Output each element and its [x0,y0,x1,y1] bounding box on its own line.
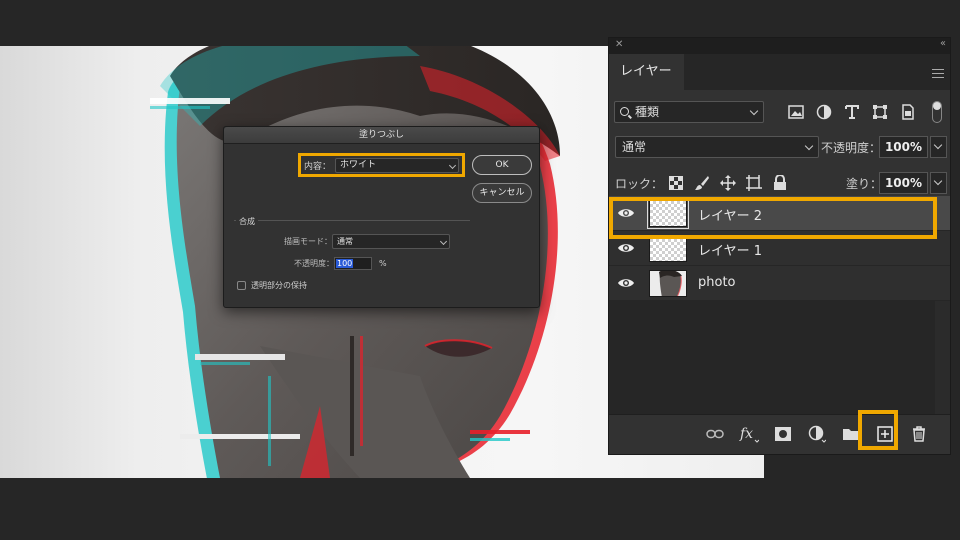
layer-thumbnail [647,198,689,229]
trash-icon[interactable] [909,424,929,444]
adjustment-icon[interactable] [807,424,827,444]
eye-icon[interactable] [617,205,635,221]
mode-row: 描画モード： 通常 [244,234,453,249]
layer-name: photo [698,275,736,290]
blend-row: 通常 不透明度： 100% [609,136,950,158]
fill-dropdown[interactable] [930,172,947,194]
panel-tabbar: レイヤー [609,54,950,90]
fill-dialog: 塗りつぶし 内容： ホワイト OK キャンセル 合成 描画モード： 通常 不透明… [223,126,540,308]
filter-toggle[interactable] [932,101,942,123]
ok-button[interactable]: OK [472,155,532,175]
fill-label: 塗り： [846,177,883,191]
layer-opacity-label: 不透明度： [821,141,882,155]
text-filter-icon[interactable] [843,103,861,121]
layer-name: レイヤー 2 [698,209,763,224]
filter-kind-value: 種類 [635,105,660,119]
opacity-input-value: 100 [336,259,354,268]
chevron-down-icon [933,140,943,150]
chevron-down-icon [448,161,457,169]
mode-label: 描画モード： [284,237,332,246]
content-label: 内容： [304,161,332,172]
layer-thumbnail-photo [649,270,687,297]
eye-icon[interactable] [617,240,635,256]
panel-menu-icon[interactable] [932,69,944,81]
panel-footer: fx [609,414,950,454]
smart-object-filter-icon[interactable] [899,103,917,121]
blend-mode-value: 通常 [622,140,647,154]
opacity-input[interactable]: 100 [334,257,372,270]
search-icon [620,107,629,116]
cancel-button[interactable]: キャンセル [472,183,532,203]
content-row-highlight: 内容： ホワイト [298,153,465,177]
content-select[interactable]: ホワイト [335,157,459,173]
chevron-down-icon [933,176,943,186]
eye-icon[interactable] [617,275,635,291]
chevron-down-icon [749,106,759,116]
filter-icons [787,103,917,121]
blend-mode-select[interactable]: 通常 [615,136,819,158]
layers-empty-area [609,300,950,416]
fx-icon[interactable]: fx [739,424,759,444]
content-select-value: ホワイト [340,159,377,170]
panel-titlebar: ✕ ‹‹ [609,38,950,54]
tab-layers[interactable]: レイヤー [609,54,684,90]
new-layer-button-highlight [858,410,898,450]
chevron-down-icon [439,237,448,246]
lock-row: ロック： 塗り： 100% [609,172,950,194]
mask-icon[interactable] [773,424,793,444]
preserve-row: 透明部分の保持 [237,280,307,291]
opacity-unit: % [379,259,387,268]
layer-name: レイヤー 1 [698,244,763,259]
mode-select[interactable]: 通常 [332,234,450,249]
collapse-icon[interactable]: ‹‹ [940,38,946,49]
adjustment-filter-icon[interactable] [815,103,833,121]
filter-row: 種類 [609,101,950,125]
layer-row[interactable]: レイヤー 2 [609,196,950,231]
opacity-label: 不透明度： [294,259,334,268]
mode-select-value: 通常 [337,237,353,246]
layers-list: レイヤー 2 レイヤー 1 photo [609,196,950,301]
layers-panel: ✕ ‹‹ レイヤー 種類 通常 不透明度： 100% ロック： 塗り： 100%… [608,37,951,455]
layer-thumbnail [649,235,687,262]
lock-icons [667,174,788,191]
dialog-title: 塗りつぶし [224,127,539,144]
lock-transparent-icon[interactable] [667,174,684,191]
layer-opacity-input[interactable]: 100% [879,136,928,158]
filter-kind-select[interactable]: 種類 [614,101,764,123]
image-filter-icon[interactable] [787,103,805,121]
lock-label: ロック： [615,177,664,191]
blend-group-title: 合成 [236,216,258,227]
lock-move-icon[interactable] [719,174,736,191]
preserve-transparency-label: 透明部分の保持 [251,281,307,290]
lock-artboard-icon[interactable] [745,174,762,191]
link-icon[interactable] [705,424,725,444]
shape-filter-icon[interactable] [871,103,889,121]
close-icon[interactable]: ✕ [615,39,623,50]
lock-all-icon[interactable] [771,174,788,191]
opacity-row: 不透明度： 100 % [244,257,387,270]
preserve-transparency-checkbox[interactable] [237,281,246,290]
chevron-down-icon [804,141,814,151]
layer-row[interactable]: レイヤー 1 [609,231,950,266]
svg-text:fx: fx [739,426,753,442]
lock-paint-icon[interactable] [693,174,710,191]
layer-row[interactable]: photo [609,266,950,301]
fill-input[interactable]: 100% [879,172,928,194]
layer-opacity-dropdown[interactable] [930,136,947,158]
